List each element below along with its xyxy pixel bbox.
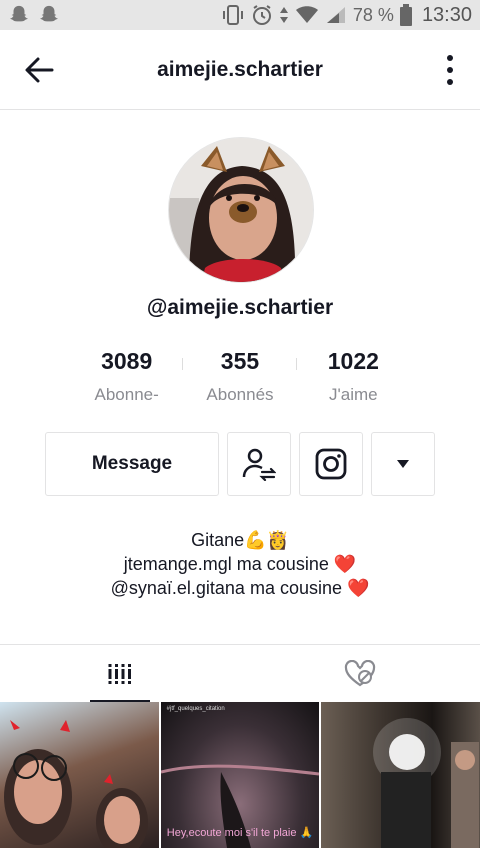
profile-handle: @aimejie.schartier bbox=[146, 296, 334, 319]
clock: 13:30 bbox=[421, 3, 472, 26]
video-thumbnail-image bbox=[373, 718, 480, 848]
message-button[interactable]: Message bbox=[45, 432, 219, 496]
wifi-icon bbox=[295, 6, 318, 23]
page-title: aimejie.schartier bbox=[157, 57, 323, 81]
stat-likes[interactable]: 1022 J'aime bbox=[297, 348, 410, 405]
signal-icon bbox=[326, 7, 345, 23]
content-tabs bbox=[0, 644, 480, 702]
video-thumbnail[interactable] bbox=[0, 702, 159, 848]
bio-line: Gitane💪👸 bbox=[191, 530, 289, 550]
profile-header: aimejie.schartier bbox=[0, 30, 480, 110]
stat-value: 3089 bbox=[101, 348, 153, 374]
avatar-image bbox=[169, 138, 313, 282]
battery-icon bbox=[399, 4, 412, 26]
grid-bars-icon bbox=[107, 663, 133, 684]
heart-hidden-icon bbox=[344, 659, 376, 686]
more-options-button[interactable] bbox=[371, 432, 435, 496]
vibrate-icon bbox=[222, 5, 243, 25]
stat-label: J'aime bbox=[329, 385, 378, 404]
video-thumbnail[interactable] bbox=[321, 702, 480, 848]
battery-percent: 78 % bbox=[352, 4, 394, 25]
data-arrows-icon bbox=[279, 7, 288, 23]
snapchat-ghost-icon bbox=[9, 5, 29, 22]
snapchat-ghost-icon bbox=[39, 5, 59, 22]
instagram-icon bbox=[315, 448, 347, 480]
bio-line: @synaï.el.gitana ma cousine ❤️ bbox=[110, 578, 370, 598]
tab-videos[interactable] bbox=[0, 645, 240, 702]
profile-bio: Gitane💪👸 jtemange.mgl ma cousine ❤️ @syn… bbox=[0, 528, 480, 600]
avatar[interactable] bbox=[168, 137, 314, 283]
video-thumbnail[interactable]: #jtf_quelques_citation Hey,ecoute moi s'… bbox=[160, 702, 320, 848]
video-thumbnail-image bbox=[4, 720, 148, 848]
profile-actions: Message bbox=[45, 432, 435, 496]
video-grid: #jtf_quelques_citation Hey,ecoute moi s'… bbox=[0, 702, 480, 848]
stat-value: 1022 bbox=[327, 348, 379, 374]
stat-following[interactable]: 3089 Abonne- bbox=[70, 348, 184, 405]
caret-down-icon bbox=[397, 460, 409, 468]
stat-value: 355 bbox=[220, 348, 260, 374]
alarm-icon bbox=[252, 5, 271, 25]
profile-stats: 3089 Abonne- 355 Abonnés 1022 J'aime bbox=[70, 348, 410, 405]
tab-liked[interactable] bbox=[240, 645, 480, 702]
stat-label: Abonnés bbox=[206, 385, 274, 404]
status-bar: 78 % 13:30 bbox=[0, 0, 480, 30]
arrow-left-icon[interactable] bbox=[22, 54, 56, 86]
stat-followers[interactable]: 355 Abonnés bbox=[183, 348, 297, 405]
more-vertical-icon[interactable] bbox=[446, 54, 454, 86]
user-swap-icon bbox=[242, 448, 276, 481]
video-caption: Hey,ecoute moi s'il te plaie 🙏 bbox=[166, 827, 314, 839]
follow-button[interactable] bbox=[227, 432, 291, 496]
stat-label: Abonne- bbox=[94, 385, 159, 404]
bio-line: jtemange.mgl ma cousine ❤️ bbox=[123, 554, 357, 574]
instagram-button[interactable] bbox=[299, 432, 363, 496]
